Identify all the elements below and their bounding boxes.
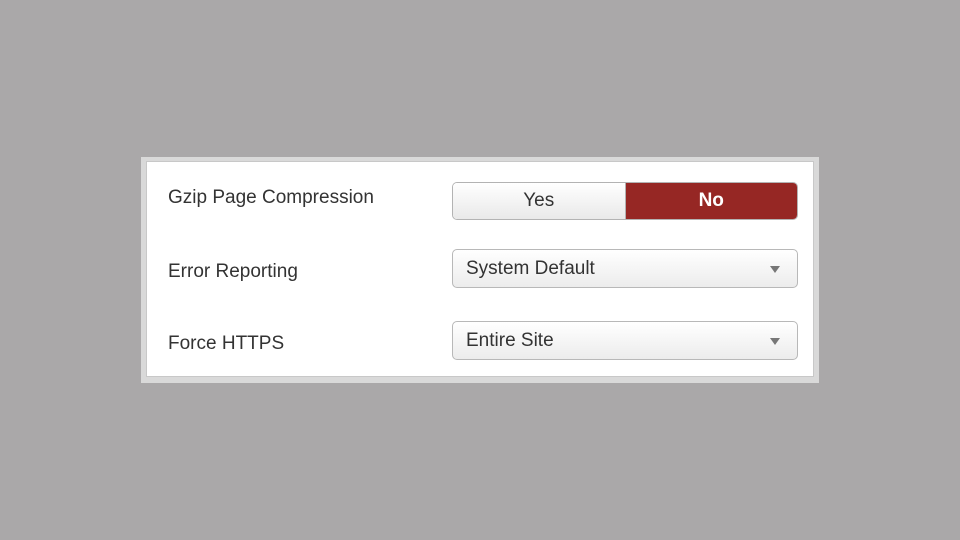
gzip-no-button[interactable]: No bbox=[625, 183, 797, 219]
gzip-yes-button[interactable]: Yes bbox=[453, 183, 626, 219]
error-reporting-label: Error Reporting bbox=[168, 261, 298, 282]
gzip-label: Gzip Page Compression bbox=[168, 187, 374, 208]
force-https-select[interactable]: Entire Site bbox=[452, 321, 798, 360]
caret-down-icon bbox=[770, 338, 780, 345]
caret-down-icon bbox=[770, 266, 780, 273]
error-reporting-select[interactable]: System Default bbox=[452, 249, 798, 288]
force-https-value: Entire Site bbox=[466, 330, 554, 351]
force-https-label: Force HTTPS bbox=[168, 333, 285, 354]
settings-panel: Gzip Page Compression Yes No Error Repor… bbox=[146, 161, 814, 377]
gzip-toggle: Yes No bbox=[452, 182, 798, 220]
settings-panel-frame: Gzip Page Compression Yes No Error Repor… bbox=[141, 157, 819, 383]
error-reporting-value: System Default bbox=[466, 258, 595, 279]
